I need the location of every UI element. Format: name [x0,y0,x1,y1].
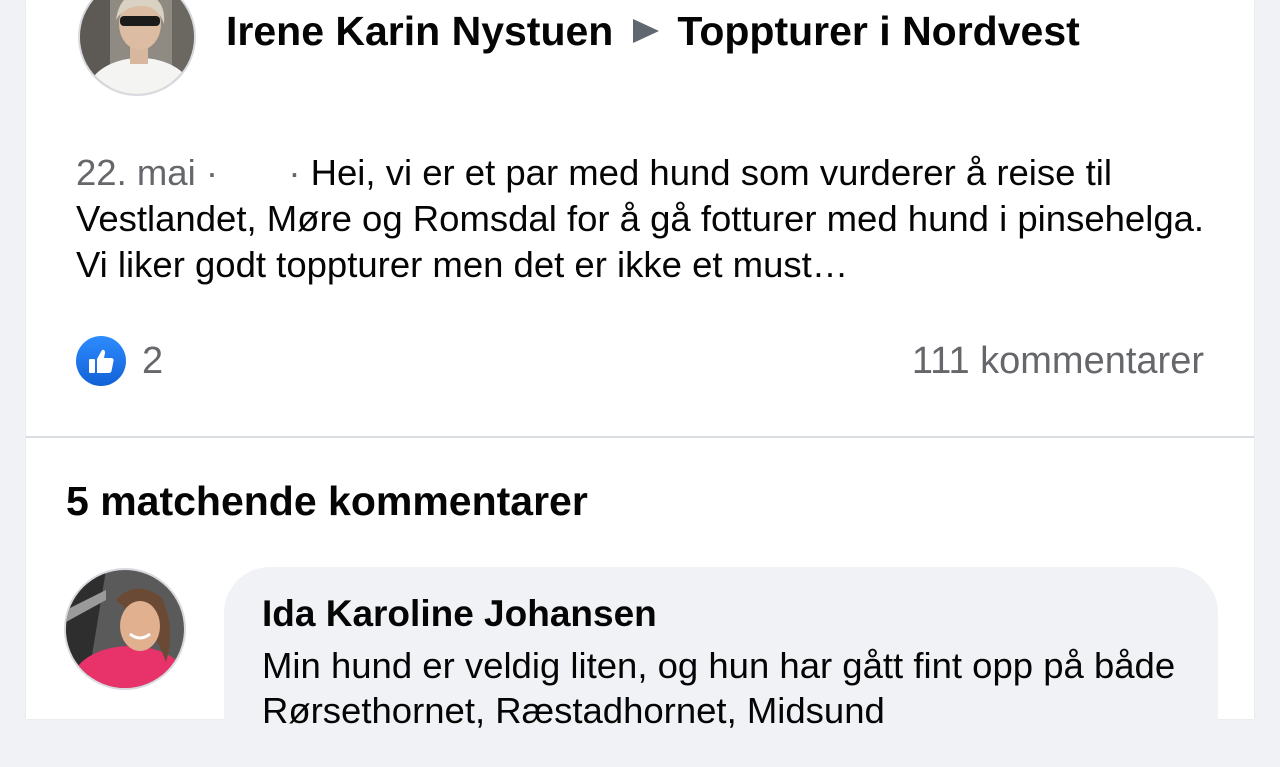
like-icon [76,336,126,386]
reaction-row: 2 111 kommentarer [76,336,1204,386]
group-name[interactable]: Toppturer i Nordvest [677,8,1079,55]
divider [26,436,1254,438]
author-name[interactable]: Irene Karin Nystuen [226,8,613,55]
commenter-photo [66,570,184,688]
comment-text[interactable]: Min hund er veldig liten, og hun har gåt… [262,643,1192,733]
likes-summary[interactable]: 2 [76,336,163,386]
post-body: 22. mai · · Hei, vi er et par med hund s… [76,150,1216,288]
meta-separator: · [205,152,219,193]
comments-count-link[interactable]: 111 kommentarer [912,340,1204,383]
matching-comments-title: 5 matchende kommentarer [66,478,588,524]
post-text[interactable]: Hei, vi er et par med hund som vurderer … [76,152,1204,285]
commenter-name[interactable]: Ida Karoline Johansen [262,593,657,635]
meta-separator-2: · [288,152,301,193]
post-header: Irene Karin Nystuen Toppturer i Nordvest [226,6,1080,56]
arrow-right-icon [633,19,660,43]
post-date[interactable]: 22. mai [76,152,196,193]
like-count: 2 [142,339,164,382]
commenter-avatar[interactable] [64,568,186,690]
comment-bubble: Ida Karoline Johansen Min hund er veldig… [224,567,1218,767]
